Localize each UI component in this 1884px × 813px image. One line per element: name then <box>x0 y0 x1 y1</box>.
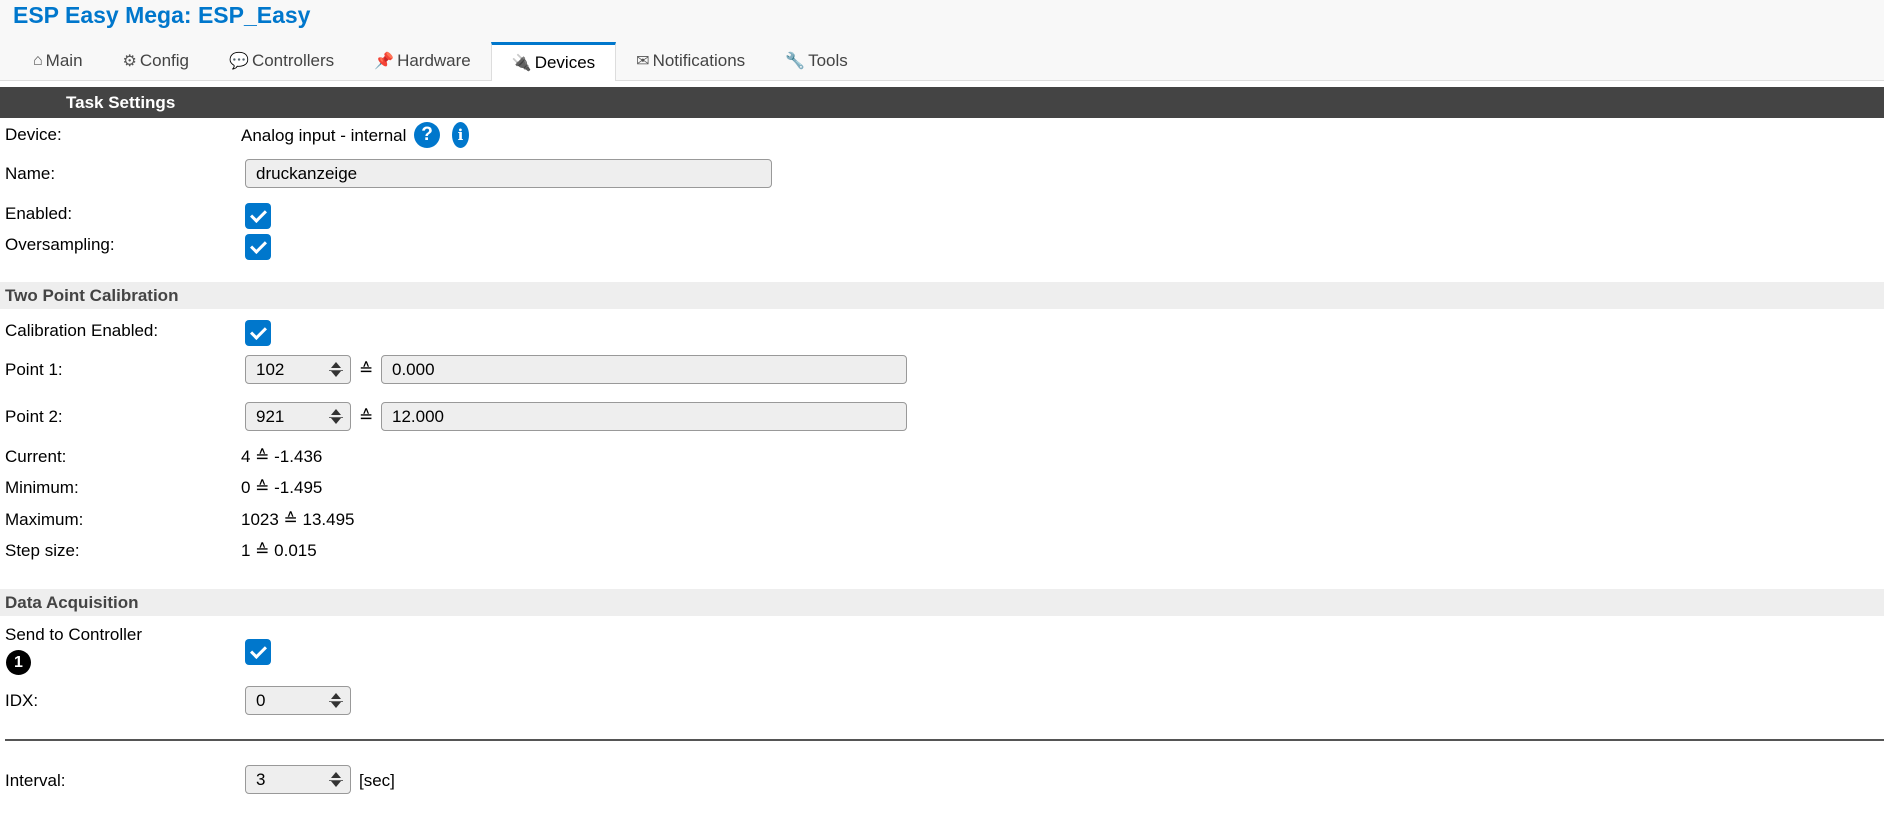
tab-label: Config <box>139 51 190 70</box>
equivalent-symbol: ≙ <box>359 360 374 379</box>
top-bar: ESP Easy Mega: ESP_Easy ⌂ Main ⚙ Config … <box>0 0 1884 81</box>
oversampling-checkbox[interactable] <box>245 234 271 260</box>
device-label: Device: <box>5 125 62 144</box>
send-to-controller-label: Send to Controller <box>5 625 143 644</box>
tab-hardware[interactable]: 📌 Hardware <box>354 42 491 80</box>
point1-value-input[interactable]: 0.000 <box>381 355 907 384</box>
point1-label: Point 1: <box>5 360 63 379</box>
tab-label: Main <box>45 51 83 70</box>
spinner-divider <box>329 417 343 418</box>
tab-controllers[interactable]: 💬 Controllers <box>209 42 354 80</box>
idx-value: 0 <box>256 691 266 710</box>
help-icon[interactable]: ? <box>414 122 440 148</box>
device-value: Analog input - internal <box>241 126 407 145</box>
tab-label: Devices <box>534 53 596 72</box>
point2-label: Point 2: <box>5 407 63 426</box>
home-icon: ⌂ <box>33 52 43 69</box>
point2-raw-stepper[interactable]: 921 <box>245 402 351 431</box>
wrench-icon: 🔧 <box>785 53 806 70</box>
maximum-label: Maximum: <box>5 510 84 529</box>
interval-label: Interval: <box>5 771 66 790</box>
point1-raw-value: 102 <box>256 360 285 379</box>
oversampling-label: Oversampling: <box>5 235 115 254</box>
tab-label: Notifications <box>652 51 746 70</box>
step-size-value: 1 ≙ 0.015 <box>241 541 317 560</box>
idx-label: IDX: <box>5 691 39 710</box>
tab-label: Hardware <box>397 51 471 70</box>
data-acquisition-section-header: Data Acquisition <box>0 589 1884 616</box>
spinner-divider <box>329 370 343 371</box>
divider <box>5 739 1884 741</box>
minimum-label: Minimum: <box>5 478 79 497</box>
controller-number-badge: 1 <box>6 650 31 675</box>
point2-raw-value: 921 <box>256 407 285 426</box>
point1-raw-stepper[interactable]: 102 <box>245 355 351 384</box>
tab-label: Controllers <box>251 51 335 70</box>
equivalent-symbol: ≙ <box>359 407 374 426</box>
calibration-enabled-checkbox[interactable] <box>245 320 271 346</box>
spinner-divider <box>329 701 343 702</box>
idx-stepper[interactable]: 0 <box>245 686 351 715</box>
interval-value: 3 <box>256 770 266 789</box>
envelope-icon: ✉ <box>636 53 650 70</box>
interval-stepper[interactable]: 3 <box>245 765 351 794</box>
name-label: Name: <box>5 164 56 183</box>
name-input[interactable]: druckanzeige <box>245 159 772 188</box>
tab-notifications[interactable]: ✉ Notifications <box>616 42 765 80</box>
tab-main[interactable]: ⌂ Main <box>13 42 103 80</box>
info-icon[interactable]: i <box>452 122 469 148</box>
task-settings-header: Task Settings <box>0 87 1884 118</box>
tab-tools[interactable]: 🔧 Tools <box>765 42 868 80</box>
plug-icon: 🔌 <box>511 55 532 72</box>
current-value: 4 ≙ -1.436 <box>241 447 323 466</box>
chat-icon: 💬 <box>229 53 249 70</box>
maximum-value: 1023 ≙ 13.495 <box>241 510 355 529</box>
interval-unit: [sec] <box>359 771 395 790</box>
step-size-label: Step size: <box>5 541 80 560</box>
current-label: Current: <box>5 447 67 466</box>
tab-config[interactable]: ⚙ Config <box>103 42 209 80</box>
enabled-label: Enabled: <box>5 204 73 223</box>
tab-label: Tools <box>808 51 848 70</box>
spinner-divider <box>329 780 343 781</box>
calibration-enabled-label: Calibration Enabled: <box>5 321 159 340</box>
point2-value-input[interactable]: 12.000 <box>381 402 907 431</box>
tab-devices[interactable]: 🔌 Devices <box>490 42 617 81</box>
send-to-controller-checkbox[interactable] <box>245 639 271 665</box>
main-tabs: ⌂ Main ⚙ Config 💬 Controllers 📌 Hardware… <box>13 42 868 81</box>
minimum-value: 0 ≙ -1.495 <box>241 478 323 497</box>
enabled-checkbox[interactable] <box>245 203 271 229</box>
calibration-section-header: Two Point Calibration <box>0 282 1884 309</box>
config-icon: ⚙ <box>122 53 137 70</box>
page-title: ESP Easy Mega: ESP_Easy <box>13 2 311 28</box>
pin-icon: 📌 <box>374 53 395 70</box>
